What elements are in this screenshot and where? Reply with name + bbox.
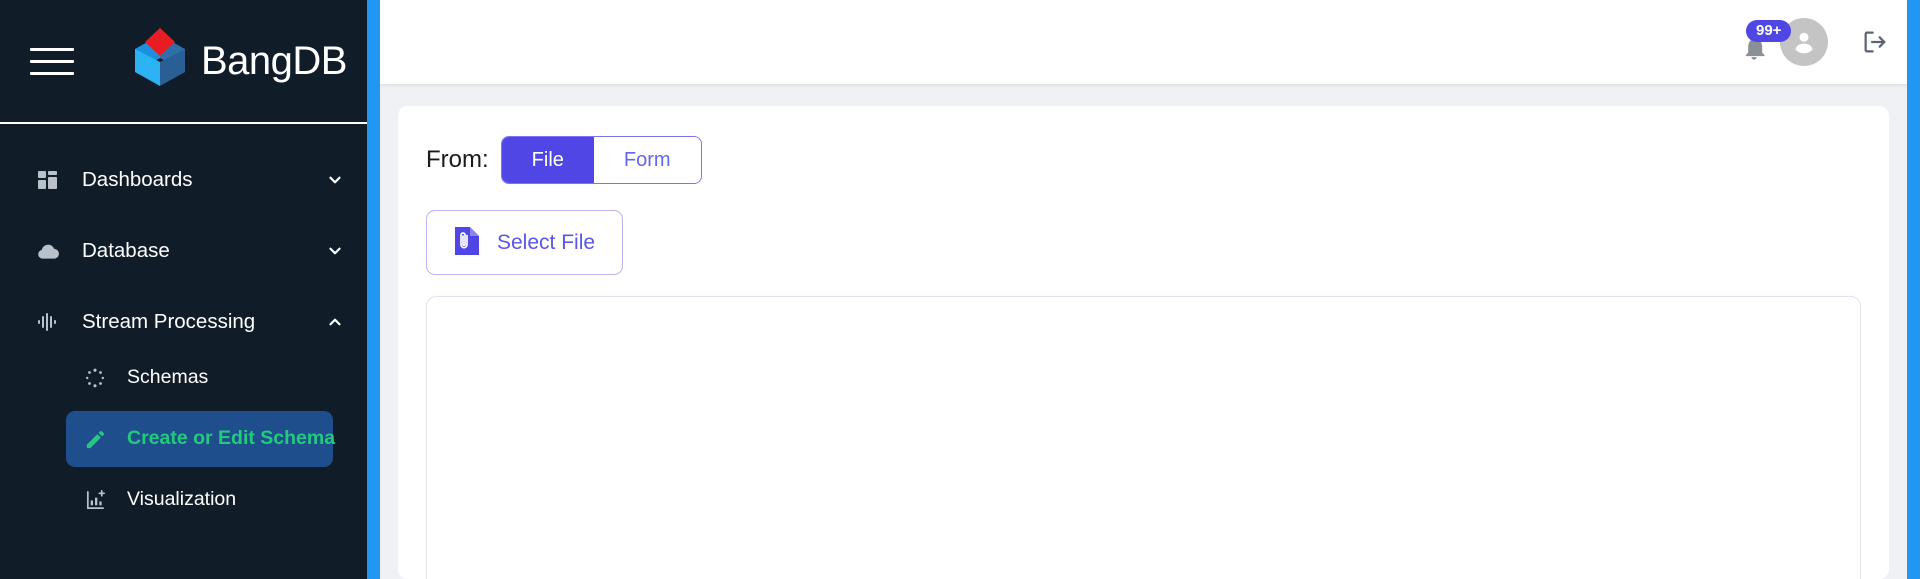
select-file-label: Select File <box>497 231 596 254</box>
file-preview-drop-area[interactable] <box>426 296 1861 579</box>
sidebar-item-dashboards[interactable]: Dashboards <box>0 152 367 208</box>
sidebar-item-visualization[interactable]: Visualization <box>66 472 333 528</box>
chart-add-icon <box>81 486 109 514</box>
dashboard-grid-icon <box>33 165 63 195</box>
sidebar-item-label: Stream Processing <box>82 309 256 333</box>
select-file-button[interactable]: Select File <box>426 210 624 275</box>
sparkle-loader-icon <box>81 364 109 392</box>
chevron-up-icon[interactable] <box>325 312 345 332</box>
bangdb-cube-logo <box>135 28 185 86</box>
sidebar-item-label: Database <box>82 238 170 262</box>
sidebar-brand-header: BangDB <box>0 0 367 122</box>
pencil-icon <box>81 425 109 453</box>
content-region: From: File Form Select File <box>380 84 1920 579</box>
chevron-down-icon[interactable] <box>325 241 345 261</box>
from-label: From: <box>426 146 489 173</box>
sidebar-subitem-label: Schemas <box>127 366 209 389</box>
sidebar-menu: Dashboards Database Stream Processing Sc… <box>0 124 367 528</box>
app-root: BangDB Dashboards Database Stream Proces… <box>0 0 1920 579</box>
logout-icon <box>1864 31 1886 53</box>
sidebar-item-schemas[interactable]: Schemas <box>66 350 333 406</box>
sidebar-item-label: Dashboards <box>82 167 193 191</box>
notifications-button[interactable]: 99+ <box>1734 20 1792 62</box>
sidebar: BangDB Dashboards Database Stream Proces… <box>0 0 367 579</box>
hamburger-bar <box>30 59 74 63</box>
sidebar-subitem-label: Create or Edit Schema <box>127 427 336 450</box>
hamburger-bar <box>30 47 74 51</box>
sidebar-item-database[interactable]: Database <box>0 223 367 279</box>
chevron-down-icon[interactable] <box>325 170 345 190</box>
user-avatar-icon <box>1795 32 1813 54</box>
top-header-bar: 99+ <box>380 0 1920 84</box>
source-toggle-group: File Form <box>500 136 702 184</box>
sidebar-item-stream-processing[interactable]: Stream Processing <box>0 294 367 350</box>
sidebar-subitem-label: Visualization <box>127 488 237 511</box>
tab-source-file[interactable]: File <box>501 137 594 183</box>
hamburger-icon[interactable] <box>30 44 74 78</box>
cloud-icon <box>33 236 63 266</box>
hamburger-bar <box>30 71 74 75</box>
brand-logo-link[interactable]: BangDB <box>127 26 347 96</box>
main-area: 99+ From: File Form Select File <box>367 0 1920 579</box>
logout-button[interactable] <box>1858 25 1892 59</box>
brand-name: BangDB <box>201 39 347 83</box>
right-scrollbar[interactable] <box>1907 0 1920 579</box>
schema-source-card: From: File Form Select File <box>398 106 1889 579</box>
sidebar-item-create-or-edit-schema[interactable]: Create or Edit Schema <box>66 411 336 467</box>
from-source-row: From: File Form <box>426 136 1861 184</box>
file-attachment-icon <box>454 226 480 259</box>
notification-count-badge: 99+ <box>1746 20 1792 42</box>
left-scrollbar[interactable] <box>367 0 380 579</box>
tab-source-form[interactable]: Form <box>593 137 701 183</box>
waveform-icon <box>33 307 63 337</box>
